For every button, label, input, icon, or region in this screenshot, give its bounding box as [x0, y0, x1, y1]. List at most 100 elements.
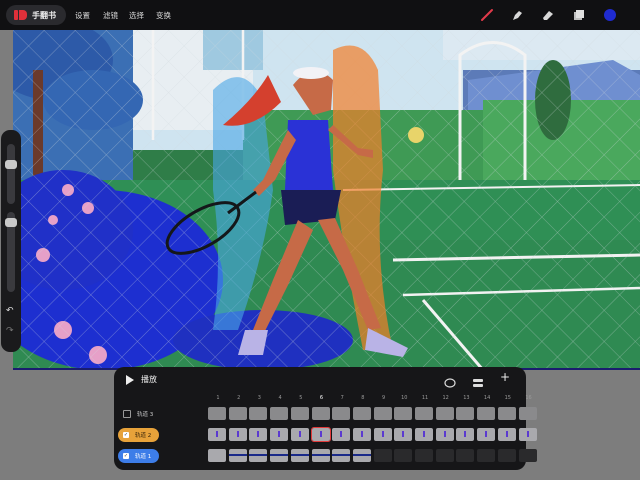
timeline-cell[interactable] — [228, 407, 247, 420]
timeline-cell[interactable] — [208, 428, 226, 441]
timeline-cell[interactable] — [415, 428, 433, 441]
track-3-label[interactable]: 轨道 3 — [118, 407, 153, 421]
timeline-cell[interactable] — [477, 407, 496, 420]
frame-number: 2 — [237, 395, 241, 401]
brush-tool[interactable] — [478, 6, 496, 24]
timeline-cell[interactable] — [228, 449, 247, 462]
frame-settings-button[interactable] — [472, 373, 484, 387]
timeline-cell[interactable] — [270, 449, 289, 462]
timeline-cell[interactable] — [456, 428, 475, 441]
timeline-cell[interactable] — [373, 428, 392, 441]
timeline-cell[interactable] — [270, 428, 289, 441]
menu-select[interactable]: 选择 — [129, 10, 144, 21]
timeline-cell[interactable] — [518, 449, 537, 462]
play-icon[interactable] — [126, 375, 134, 385]
undo-icon[interactable]: ↶ — [6, 306, 14, 316]
top-toolbar: 手翻书 设置 滤镜 选择 变换 — [0, 0, 640, 30]
timeline-cell[interactable] — [394, 407, 413, 420]
timeline-cell[interactable] — [249, 407, 268, 420]
track-3-name: 轨道 3 — [137, 412, 154, 418]
timeline-cell[interactable] — [435, 449, 454, 462]
timeline-cell[interactable] — [311, 407, 330, 420]
timeline-cell[interactable] — [435, 428, 454, 441]
menu-filters[interactable]: 滤镜 — [103, 10, 118, 21]
opacity-knob[interactable] — [5, 218, 17, 227]
frame-number: 6 — [319, 395, 324, 401]
track-3-checkbox[interactable] — [123, 410, 131, 418]
timeline-cell[interactable] — [311, 449, 330, 462]
play-label[interactable]: 播放 — [141, 374, 157, 385]
current-color-swatch — [604, 9, 616, 21]
brush-size-slider[interactable] — [5, 144, 17, 204]
app-title: 手翻书 — [32, 10, 56, 20]
artwork-illustration — [13, 30, 640, 370]
timeline-cell[interactable] — [477, 449, 496, 462]
smudge-tool[interactable] — [508, 6, 526, 24]
comment-icon — [444, 378, 456, 388]
layers-tool[interactable] — [570, 6, 588, 24]
timeline-cell[interactable] — [497, 407, 516, 420]
timeline-cell[interactable] — [352, 449, 371, 462]
timeline-cell[interactable] — [249, 428, 268, 441]
opacity-slider[interactable] — [5, 212, 17, 292]
timeline-cell[interactable] — [394, 428, 413, 441]
timeline-cell[interactable] — [497, 428, 516, 441]
frame-number: 14 — [483, 395, 491, 401]
timeline-cell[interactable] — [456, 407, 475, 420]
add-frame-icon[interactable]: + — [500, 371, 510, 383]
track-2-checkbox[interactable]: ✓ — [123, 432, 129, 438]
track-1-name: 轨道 1 — [135, 454, 152, 460]
track-1-label[interactable]: ✓ 轨道 1 — [118, 449, 160, 463]
brush-size-knob[interactable] — [5, 160, 17, 169]
timeline-cell[interactable] — [270, 407, 289, 420]
timeline-cell[interactable] — [290, 407, 309, 420]
timeline-cell[interactable] — [290, 428, 309, 441]
timeline-cell[interactable] — [290, 449, 309, 462]
frame-number: 4 — [278, 395, 282, 401]
app-logo-icon — [14, 10, 28, 20]
timeline-cell[interactable] — [332, 407, 351, 420]
timeline-cell[interactable] — [415, 407, 433, 420]
timeline-cell[interactable] — [394, 449, 413, 462]
timeline-cell[interactable] — [208, 407, 226, 420]
frame-number: 10 — [401, 395, 408, 401]
frame-number: 7 — [340, 395, 344, 401]
eraser-icon — [543, 11, 553, 20]
timeline-cell[interactable] — [373, 449, 392, 462]
eraser-tool[interactable] — [539, 6, 557, 24]
color-picker[interactable] — [601, 6, 619, 24]
menu-transform[interactable]: 变换 — [156, 10, 171, 21]
timeline-cell[interactable] — [435, 407, 454, 420]
gallery-button[interactable]: 手翻书 — [6, 5, 66, 25]
timeline-cell[interactable] — [332, 449, 351, 462]
timeline-cell[interactable] — [208, 449, 226, 462]
frames-icon — [473, 379, 483, 387]
frame-number: 5 — [299, 395, 303, 401]
side-slider-panel: ↶ ↷ — [1, 130, 21, 352]
timeline-cell[interactable] — [518, 428, 537, 441]
timeline-cell[interactable] — [332, 428, 351, 441]
frame-number: 9 — [382, 395, 386, 401]
timeline-cell[interactable] — [352, 407, 371, 420]
frame-number: 15 — [504, 395, 511, 401]
onion-skin-button[interactable] — [444, 373, 456, 388]
timeline-cell[interactable] — [456, 449, 475, 462]
timeline-cell[interactable] — [415, 449, 433, 462]
timeline-cell[interactable] — [497, 449, 516, 462]
frame-number: 16 — [525, 395, 532, 401]
brush-icon — [481, 9, 493, 21]
timeline-cell[interactable] — [310, 427, 331, 442]
frame-number: 11 — [421, 395, 429, 401]
timeline-cell[interactable] — [477, 428, 496, 441]
frame-number: 12 — [442, 395, 449, 401]
timeline-cell[interactable] — [518, 407, 537, 420]
menu-settings[interactable]: 设置 — [75, 10, 90, 21]
track-2-label[interactable]: ✓ 轨道 2 — [118, 428, 160, 442]
drawing-canvas[interactable] — [13, 30, 640, 370]
redo-icon[interactable]: ↷ — [6, 326, 14, 336]
timeline-cell[interactable] — [373, 407, 392, 420]
timeline-cell[interactable] — [228, 428, 247, 441]
timeline-cell[interactable] — [352, 428, 371, 441]
timeline-cell[interactable] — [249, 449, 268, 462]
track-1-checkbox[interactable]: ✓ — [123, 453, 129, 459]
